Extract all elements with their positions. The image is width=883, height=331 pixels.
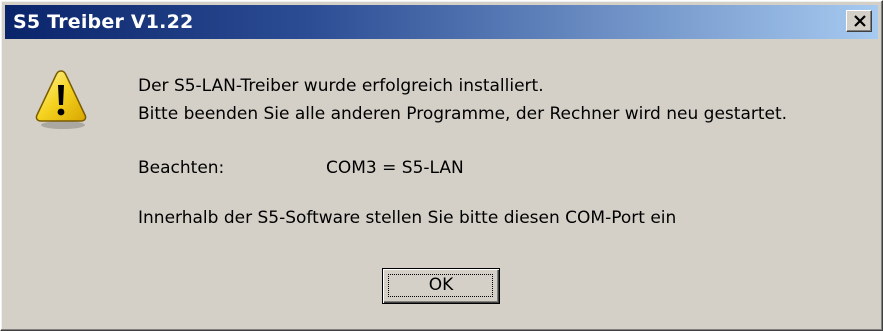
ok-button[interactable]: OK bbox=[382, 268, 500, 304]
note-label: Beachten: bbox=[138, 158, 225, 178]
title-bar[interactable]: S5 Treiber V1.22 bbox=[5, 5, 878, 39]
message-line-1: Der S5-LAN-Treiber wurde erfolgreich ins… bbox=[138, 76, 544, 96]
message-dialog: S5 Treiber V1.22 Der S5-LAN-Treiber wurd… bbox=[0, 0, 883, 331]
message-line-2: Bitte beenden Sie alle anderen Programme… bbox=[138, 104, 788, 124]
close-x-icon bbox=[854, 15, 866, 27]
window-title: S5 Treiber V1.22 bbox=[13, 11, 194, 33]
warning-icon bbox=[35, 70, 87, 129]
message-line-4: Innerhalb der S5-Software stellen Sie bi… bbox=[138, 208, 677, 228]
close-button[interactable] bbox=[846, 10, 872, 32]
com-port-value: COM3 = S5-LAN bbox=[326, 158, 464, 178]
ok-button-label: OK bbox=[428, 275, 454, 295]
